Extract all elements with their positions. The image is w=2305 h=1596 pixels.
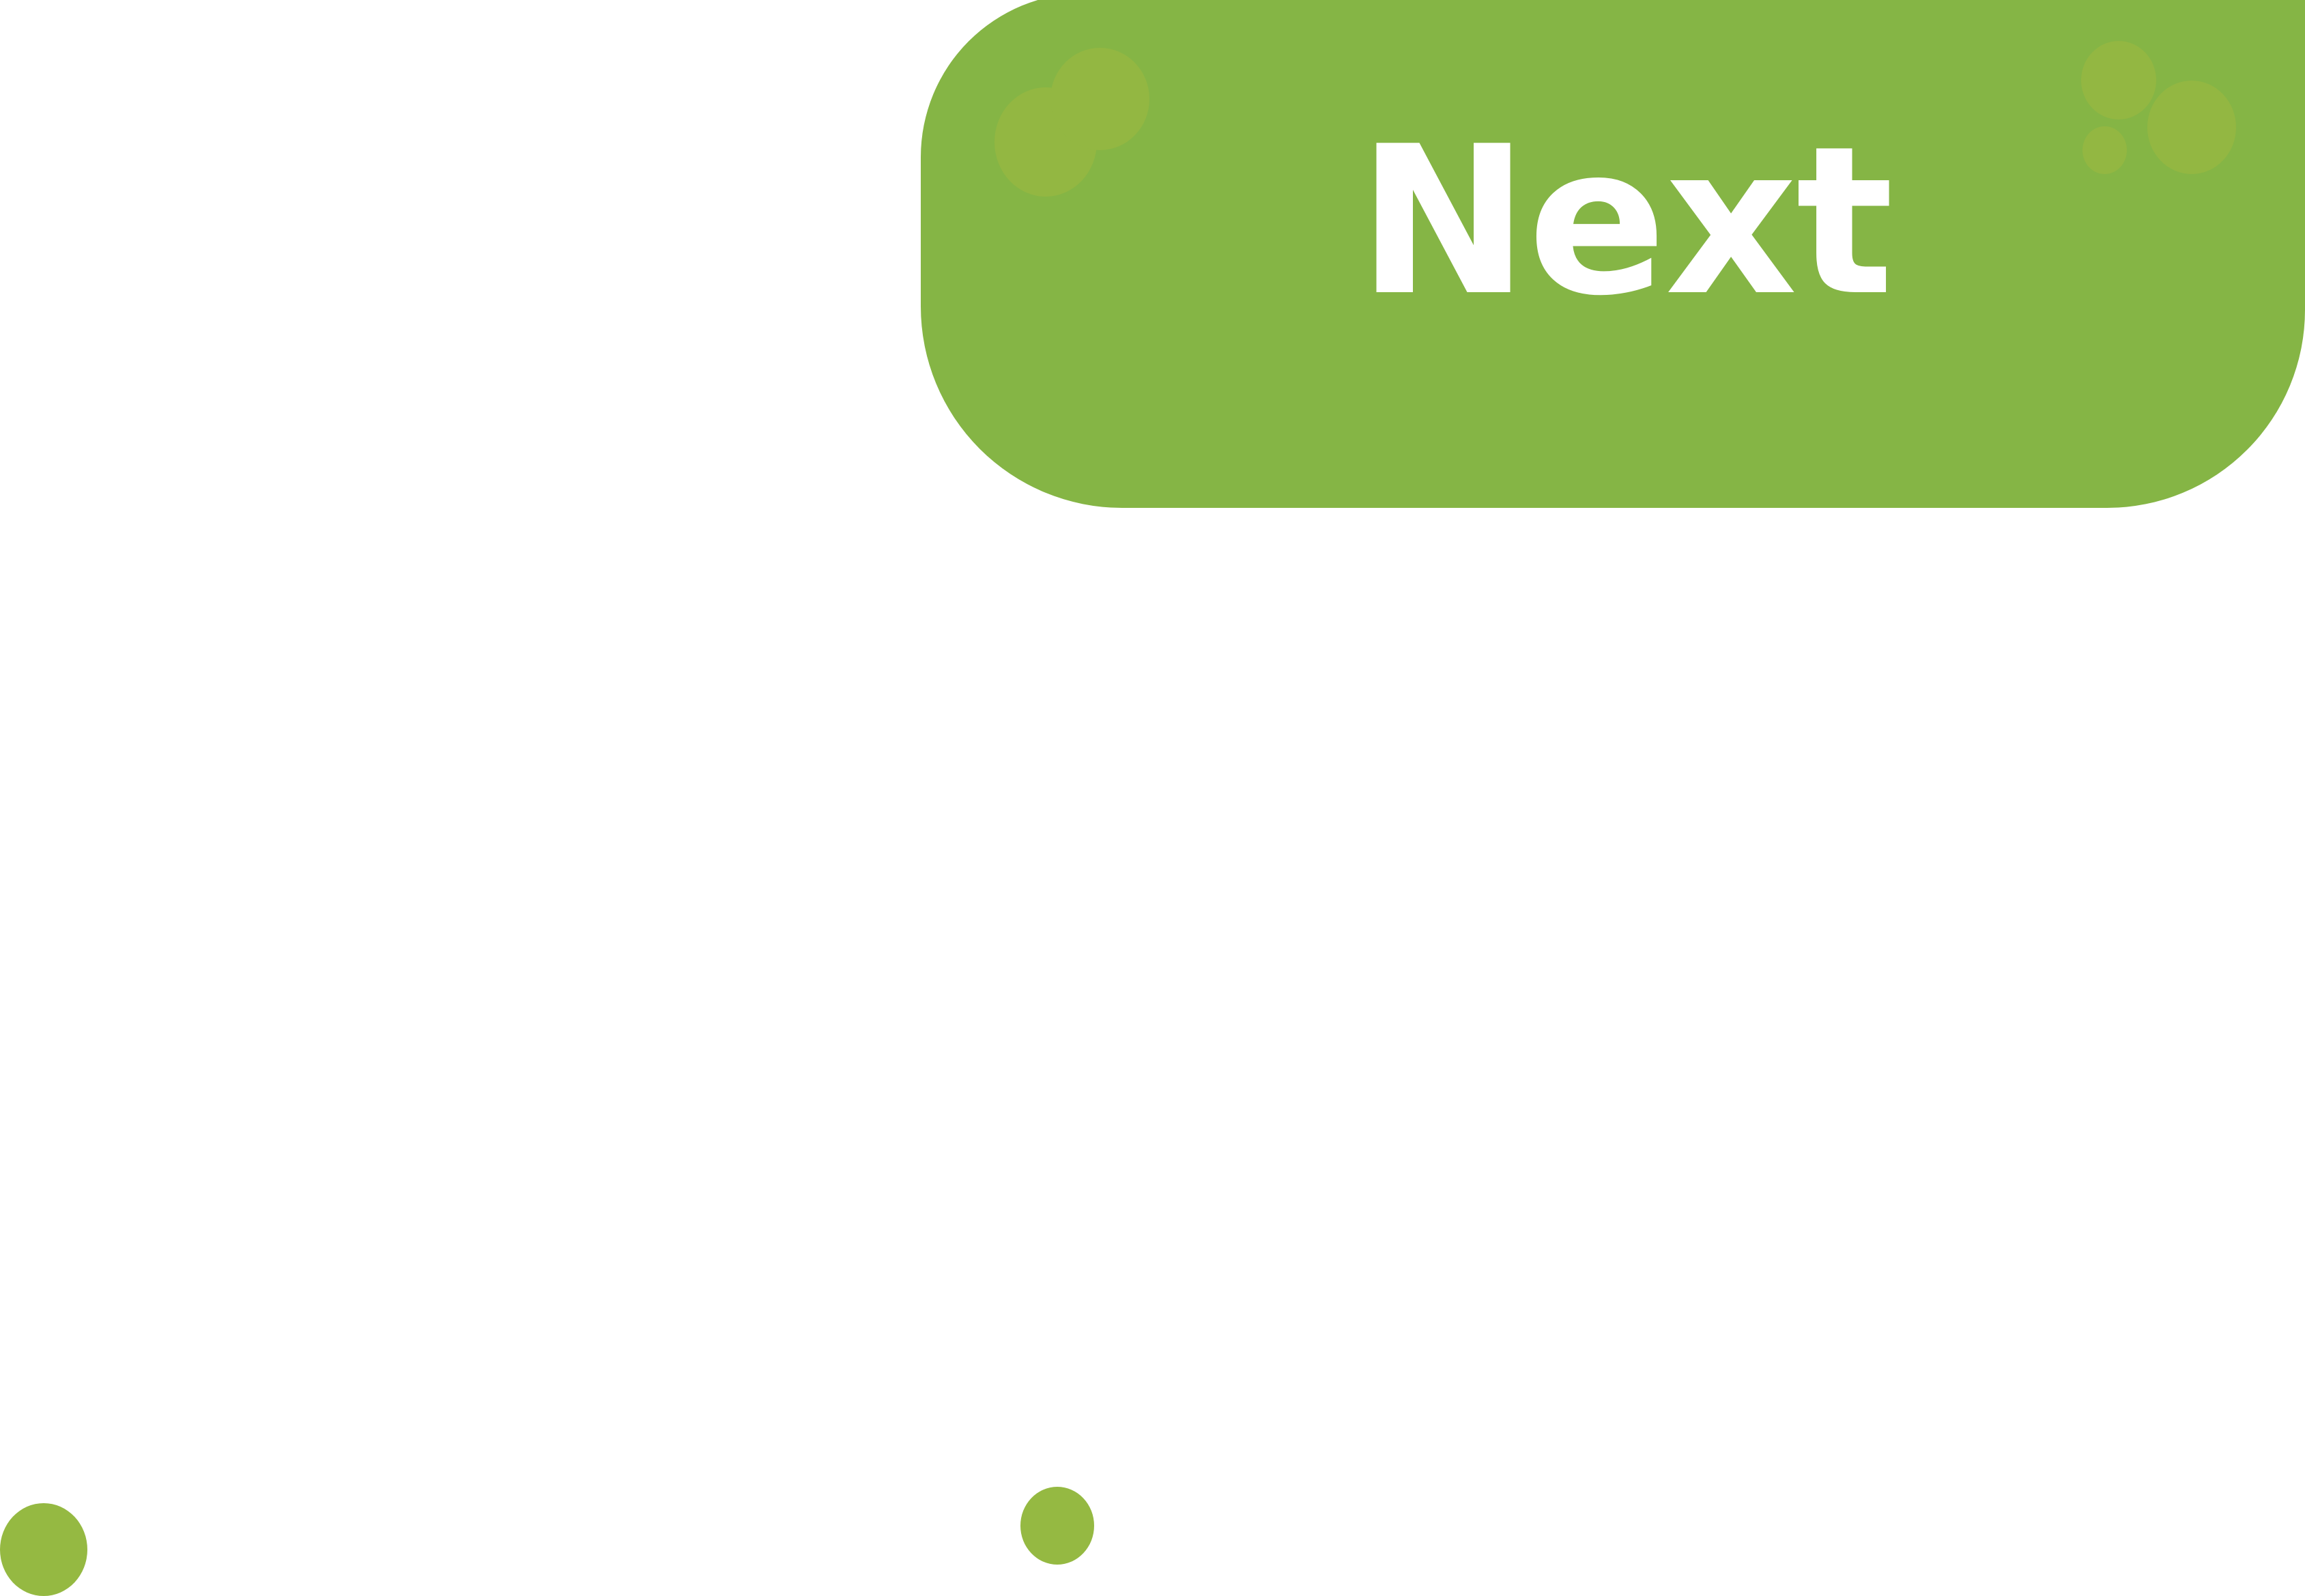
decorative-bubble-icon xyxy=(2082,126,2127,174)
decorative-dot-icon xyxy=(0,1503,87,1596)
decorative-dot-icon xyxy=(1020,1487,1094,1565)
decorative-bubble-icon xyxy=(2147,81,2236,174)
decorative-bubble-icon xyxy=(2081,41,2156,119)
decorative-bubble-icon xyxy=(1050,48,1149,150)
next-button[interactable]: Next xyxy=(921,0,2305,508)
next-button-label: Next xyxy=(1358,102,1893,341)
